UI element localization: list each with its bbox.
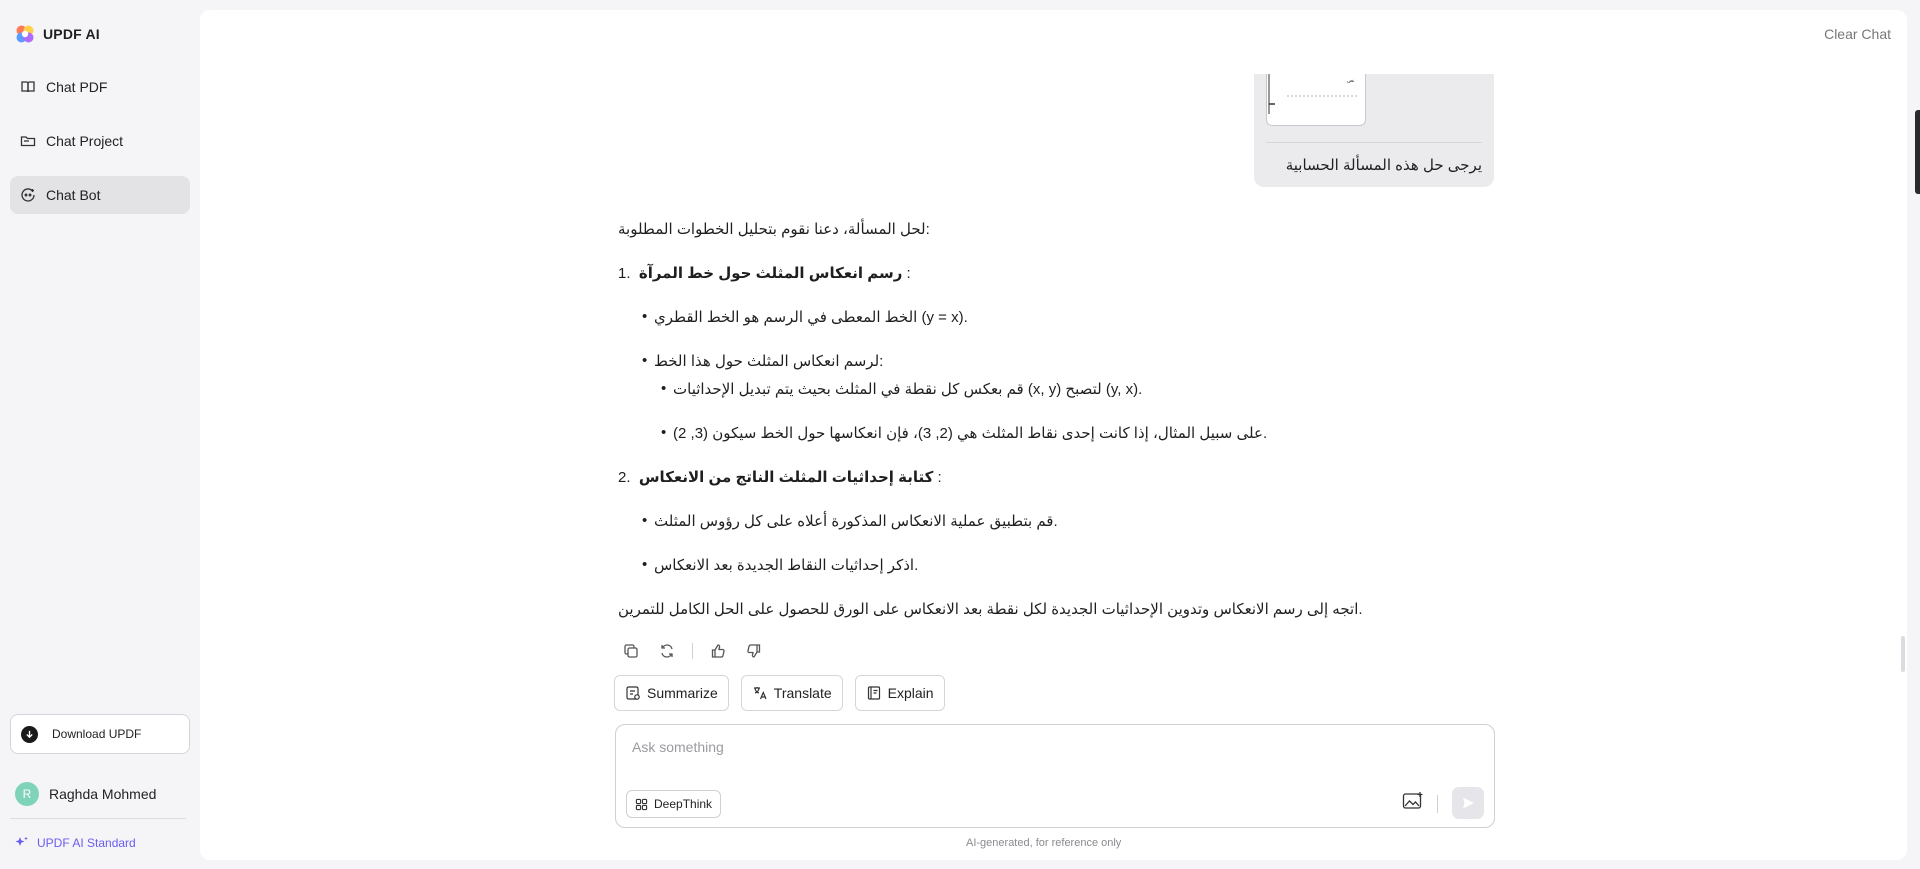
send-icon <box>1463 797 1474 809</box>
deepthink-icon <box>635 798 648 810</box>
user-name: Raghda Mohmed <box>49 786 157 802</box>
summarize-icon <box>626 686 640 700</box>
step-number: 2. <box>618 469 631 486</box>
sidebar-item-label: Chat Project <box>46 133 124 149</box>
answer-conclusion: اتجه إلى رسم الانعكاس وتدوين الإحداثيات … <box>618 601 1363 618</box>
answer-intro: لحل المسألة، دعنا نقوم بتحليل الخطوات ال… <box>618 221 930 238</box>
step-1-heading: 1. رسم انعكاس المثلث حول خط المرآة : <box>618 264 911 282</box>
book-icon <box>21 81 35 93</box>
send-button[interactable] <box>1452 787 1484 819</box>
step-title: رسم انعكاس المثلث حول خط المرآة <box>638 265 903 282</box>
thumbs-up-icon[interactable] <box>707 640 729 662</box>
list-item: اذكر إحداثيات النقاط الجديدة بعد الانعكا… <box>642 556 918 574</box>
sidebar-item-label: Chat PDF <box>46 79 108 95</box>
message-composer: DeepThink <box>615 724 1495 828</box>
ai-disclaimer: AI-generated, for reference only <box>966 837 1122 849</box>
sidebar-item-chat-bot[interactable]: Chat Bot <box>10 176 190 214</box>
list-item: قم بعكس كل نقطة في المثلث بحيث يتم تبديل… <box>661 380 1142 398</box>
composer-divider <box>1437 795 1438 813</box>
quick-actions: Summarize Translate Explain <box>614 675 945 711</box>
image-upload-icon[interactable] <box>1402 791 1424 816</box>
copy-icon[interactable] <box>620 640 642 662</box>
diagram-image: نص <box>1268 74 1359 114</box>
user-profile[interactable]: R Raghda Mohmed <box>15 782 156 806</box>
attached-image-thumbnail[interactable]: نص <box>1266 74 1366 126</box>
download-label: Download UPDF <box>52 727 142 741</box>
sidebar: UPDF AI Chat PDF Chat Project Chat Bot D… <box>0 0 200 869</box>
user-message-bubble: نص يرجى حل هذه المسألة الحسابية <box>1254 74 1494 187</box>
actions-divider <box>692 643 693 659</box>
step-number: 1. <box>618 265 631 282</box>
chip-label: Explain <box>887 685 934 701</box>
bubble-divider <box>1266 142 1482 143</box>
plan-label: UPDF AI Standard <box>37 836 136 850</box>
svg-text:نص: نص <box>1347 78 1355 84</box>
chip-label: Summarize <box>647 685 718 701</box>
scrollbar[interactable] <box>1901 636 1905 672</box>
translate-button[interactable]: Translate <box>740 675 843 711</box>
list-item: قم بتطبيق عملية الانعكاس المذكورة أعلاه … <box>642 512 1058 530</box>
user-message-text: يرجى حل هذه المسألة الحسابية <box>1285 157 1482 174</box>
window-edge-handle[interactable] <box>1915 110 1920 194</box>
explain-icon <box>867 686 880 700</box>
download-icon <box>21 725 38 743</box>
regenerate-icon[interactable] <box>656 640 678 662</box>
clear-chat-button[interactable]: Clear Chat <box>1824 26 1891 42</box>
avatar: R <box>15 782 39 806</box>
deepthink-label: DeepThink <box>654 797 713 811</box>
step-title: كتابة إحداثيات المثلث الناتج من الانعكاس <box>638 469 934 486</box>
step-suffix: : <box>937 469 942 486</box>
chat-panel: Clear Chat نص يرجى حل هذه المسألة الحساب… <box>200 10 1907 860</box>
sidebar-item-chat-pdf[interactable]: Chat PDF <box>10 68 190 106</box>
list-item: لرسم انعكاس المثلث حول هذا الخط: <box>642 352 883 370</box>
sidebar-item-label: Chat Bot <box>46 187 101 203</box>
list-item: على سبيل المثال، إذا كانت إحدى نقاط المث… <box>661 424 1267 442</box>
chip-label: Translate <box>773 685 832 701</box>
ask-input[interactable] <box>632 739 1452 755</box>
app-logo[interactable]: UPDF AI <box>15 24 100 44</box>
deepthink-toggle[interactable]: DeepThink <box>626 790 722 818</box>
sidebar-item-chat-project[interactable]: Chat Project <box>10 122 190 160</box>
step-2-heading: 2. كتابة إحداثيات المثلث الناتج من الانع… <box>618 468 942 486</box>
translate-icon <box>753 687 767 700</box>
sparkle-icon <box>15 836 28 846</box>
message-actions <box>620 640 765 662</box>
step-suffix: : <box>906 265 911 282</box>
thumbs-down-icon[interactable] <box>743 640 765 662</box>
summarize-button[interactable]: Summarize <box>614 675 729 711</box>
updf-logo-icon <box>16 25 34 43</box>
bot-icon <box>21 188 35 202</box>
plan-badge[interactable]: UPDF AI Standard <box>15 836 136 850</box>
list-item: الخط المعطى في الرسم هو الخط القطري (y =… <box>642 308 968 326</box>
folder-icon <box>20 136 36 147</box>
sidebar-divider <box>10 818 186 819</box>
explain-button[interactable]: Explain <box>854 675 945 711</box>
app-name: UPDF AI <box>43 26 100 42</box>
download-updf-button[interactable]: Download UPDF <box>10 714 190 754</box>
